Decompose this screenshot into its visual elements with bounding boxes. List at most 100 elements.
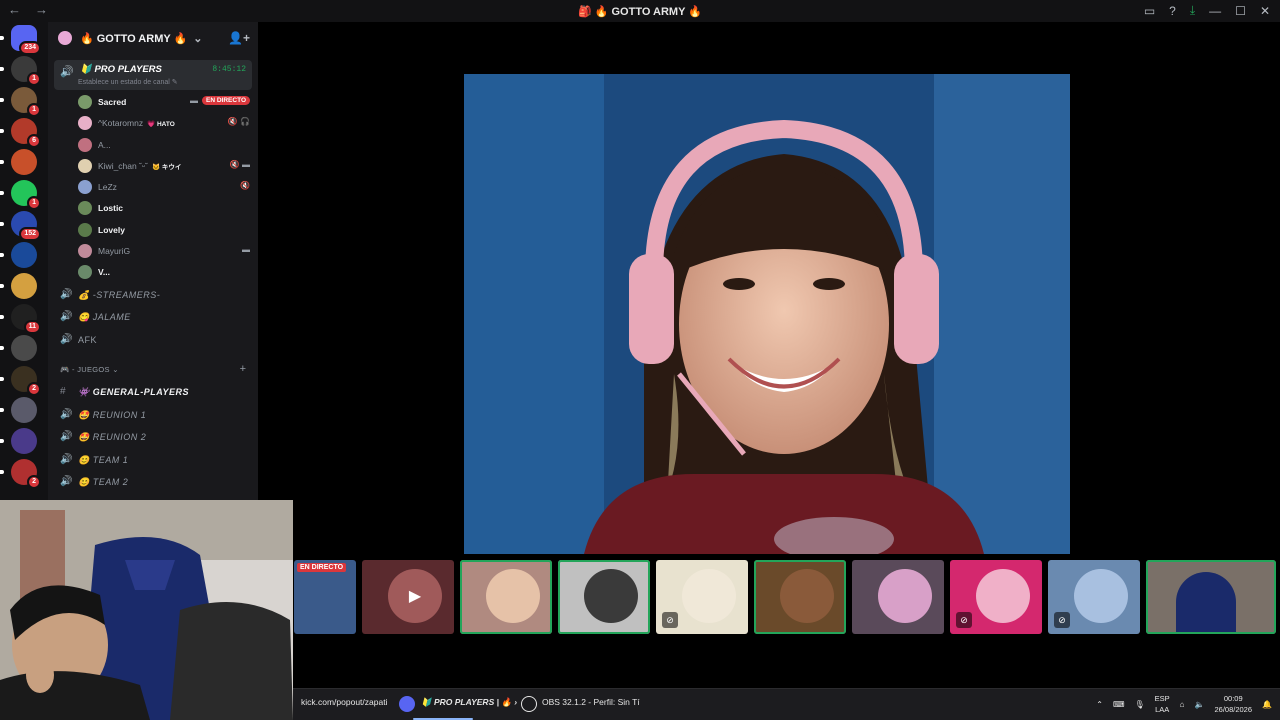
server-icon[interactable]: 1 <box>11 56 41 86</box>
server-icon[interactable] <box>11 428 37 454</box>
window-title: 🎒 🔥 GOTTO ARMY 🔥 <box>577 6 702 18</box>
server-icon[interactable] <box>11 149 37 175</box>
voice-channel-name: 🔰 PRO PLAYERS <box>80 64 162 75</box>
channel-item[interactable]: 🔊 🤩 REUNION 1 <box>48 404 258 427</box>
unread-indicator <box>0 346 4 350</box>
voice-member[interactable]: V... <box>48 262 258 283</box>
maximize-icon[interactable]: ☐ <box>1235 4 1246 18</box>
channel-name: 😊 TEAM 2 <box>78 477 129 488</box>
channel-item[interactable]: 🔊 😊 TEAM 2 <box>48 471 258 494</box>
add-member-icon[interactable]: 👤+ <box>228 31 250 45</box>
avatar <box>878 569 932 623</box>
voice-member[interactable]: MayuriG ▬ <box>48 241 258 262</box>
member-name: V... <box>98 267 110 277</box>
participant-tile[interactable] <box>558 560 650 634</box>
voice-member[interactable]: Kiwi_chan ˘ᵕ˘ 🐱 キウイ 🔇 ▬ <box>48 156 258 177</box>
microphone-icon[interactable]: 🎙 <box>1135 700 1145 709</box>
unread-indicator <box>0 98 4 102</box>
participant-tile[interactable]: EN DIRECTO <box>294 560 356 634</box>
channel-name: 👾 GENERAL-PLAYERS <box>78 387 190 398</box>
participant-tile[interactable] <box>1146 560 1276 634</box>
server-icon[interactable] <box>11 335 37 361</box>
member-status-icons: ▬ <box>242 245 250 254</box>
avatar <box>78 244 92 259</box>
member-name: A... <box>98 140 111 150</box>
member-tag: 💗 HATO <box>147 121 175 129</box>
channel-item[interactable]: 🔊 😊 TEAM 1 <box>48 449 258 472</box>
add-channel-icon[interactable]: + <box>240 363 246 375</box>
channel-status[interactable]: Establece un estado de canal ✎ <box>78 78 178 86</box>
server-icon[interactable]: 2 <box>11 366 41 396</box>
language-indicator[interactable]: ESP LAA <box>1155 693 1170 715</box>
status-icon: ▬ <box>242 245 250 255</box>
taskbar-item-obs[interactable]: OBS 32.1.2 - Perfil: Sin Tí <box>542 697 640 707</box>
guild-header[interactable]: 🔥 GOTTO ARMY 🔥 ⌄ 👤+ <box>48 22 258 54</box>
server-icon[interactable]: 1 <box>11 87 41 117</box>
server-icon[interactable]: 1 <box>11 180 41 210</box>
voice-member[interactable]: Sacred ▬ EN DIRECTO <box>48 92 258 113</box>
participant-tile[interactable] <box>754 560 846 634</box>
channel-item[interactable]: # 👾 GENERAL-PLAYERS <box>48 381 258 404</box>
chevron-up-icon[interactable]: ⌃ <box>1096 700 1103 709</box>
notifications-icon[interactable]: 🔔 <box>1262 700 1272 709</box>
participant-tile[interactable]: ⊘ <box>950 560 1042 634</box>
participant-tile[interactable]: ⊘ <box>1048 560 1140 634</box>
speaker-icon: 🔊 <box>60 431 73 443</box>
obs-icon <box>521 696 537 712</box>
participant-tile[interactable] <box>460 560 552 634</box>
keyboard-icon[interactable]: ⌨ <box>1113 700 1125 709</box>
taskbar-item-browser[interactable]: kick.com/popout/zapati <box>301 697 387 707</box>
channel-item[interactable]: 🔊 🤩 REUNION 2 <box>48 426 258 449</box>
server-icon[interactable] <box>11 273 37 299</box>
participant-tile[interactable]: ▶ <box>362 560 454 634</box>
mention-badge: 11 <box>23 320 41 334</box>
participant-tile[interactable] <box>852 560 944 634</box>
speaker-icon: 🔊 <box>60 408 73 420</box>
server-icon[interactable]: 234 <box>11 25 41 55</box>
participant-tile[interactable]: ⊘ <box>656 560 748 634</box>
inbox-icon[interactable]: ▭ <box>1144 4 1155 18</box>
channel-sidebar: 🔥 GOTTO ARMY 🔥 ⌄ 👤+ 🔊 🔰 PRO PLAYERS 8:45… <box>48 22 258 500</box>
member-name: MayuriG <box>98 246 130 256</box>
unread-indicator <box>0 377 4 381</box>
live-badge[interactable]: EN DIRECTO <box>202 96 250 105</box>
channel-group-juegos: # 👾 GENERAL-PLAYERS 🔊 🤩 REUNION 1 🔊 🤩 REUNION… <box>48 381 258 494</box>
download-icon[interactable]: ⤓ <box>1190 3 1195 18</box>
volume-icon[interactable]: 🔈 <box>1195 700 1205 709</box>
voice-member[interactable]: LeZz 🔇 <box>48 177 258 198</box>
discord-icon <box>399 696 415 712</box>
webcam-thumbnail <box>1176 572 1236 632</box>
avatar <box>78 180 92 195</box>
category-juegos[interactable]: 🎮 - JUEGOS ⌄ + <box>48 357 258 381</box>
server-icon[interactable]: 2 <box>11 459 41 489</box>
server-icon[interactable]: 6 <box>11 118 41 148</box>
member-status-icons: ▬ EN DIRECTO <box>190 96 250 105</box>
voice-member[interactable]: Lostic <box>48 198 258 219</box>
minimize-icon[interactable]: — <box>1209 4 1221 18</box>
taskbar-item-discord[interactable]: 🔰 PRO PLAYERS | 🔥 › <box>421 697 517 708</box>
member-name-text: ^Kotaromnz <box>98 118 144 129</box>
voice-member[interactable]: ^Kotaromnz 💗 HATO 🔇 🎧 <box>48 113 258 134</box>
server-icon[interactable] <box>11 242 37 268</box>
voice-channel-pro-players[interactable]: 🔊 🔰 PRO PLAYERS 8:45:12 Establece un est… <box>54 60 252 90</box>
server-icon[interactable] <box>11 397 37 423</box>
voice-member[interactable]: Lovely <box>48 220 258 241</box>
channel-item[interactable]: 🔊 😋 JALAME <box>48 306 258 329</box>
close-icon[interactable]: ✕ <box>1260 4 1270 18</box>
clock[interactable]: 00:09 26/08/2026 <box>1214 693 1252 715</box>
member-status-icons: 🔇 🎧 <box>228 117 250 126</box>
member-name: ^Kotaromnz 💗 HATO <box>98 118 175 128</box>
help-icon[interactable]: ? <box>1169 4 1176 18</box>
unread-indicator <box>0 439 4 443</box>
server-icon[interactable]: 11 <box>11 304 41 334</box>
main-video-stream[interactable] <box>464 74 1070 554</box>
member-name: Lostic <box>98 203 123 213</box>
member-name-text: MayuriG <box>98 246 131 257</box>
server-icon[interactable]: 152 <box>11 211 41 241</box>
channel-item[interactable]: 🔊 💰 -STREAMERS- <box>48 284 258 307</box>
voice-member[interactable]: A... <box>48 135 258 156</box>
member-name-text: LeZz <box>98 182 117 193</box>
channel-item[interactable]: 🔊 AFK <box>48 329 258 352</box>
status-icon: 🔇 ▬ <box>229 159 250 169</box>
network-icon[interactable]: ⌂ <box>1180 700 1185 709</box>
